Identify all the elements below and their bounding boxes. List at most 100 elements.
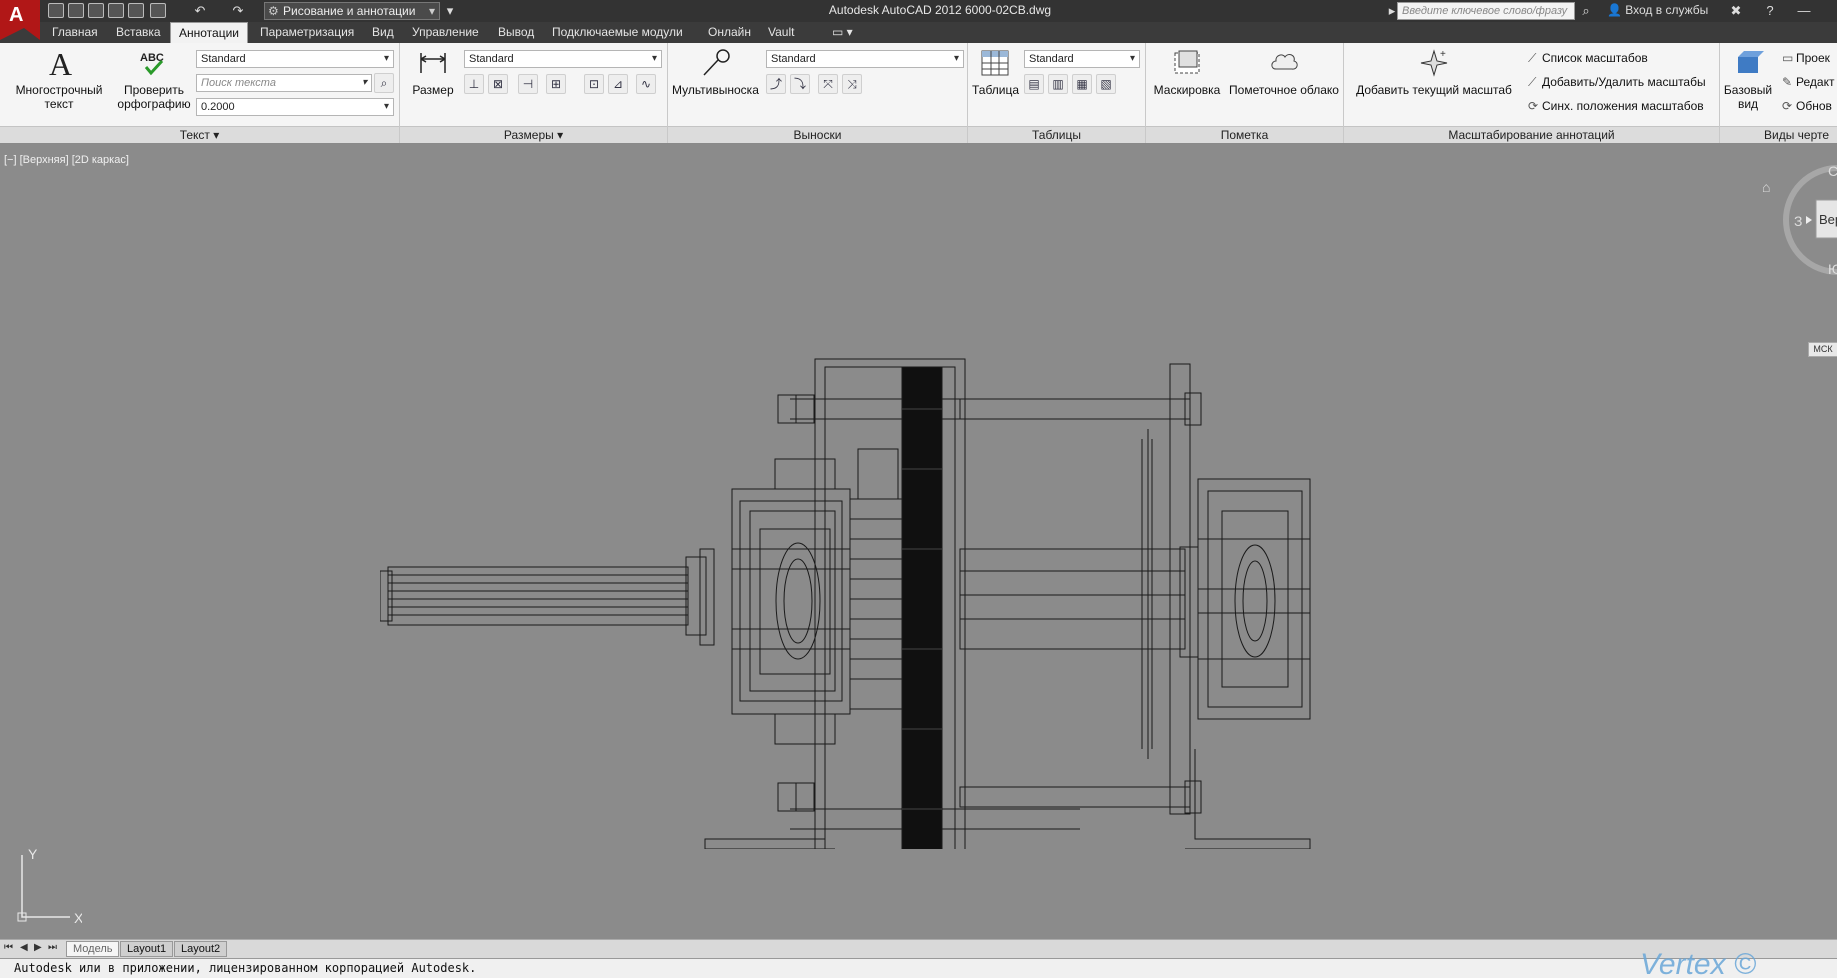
dim-break-icon[interactable]: ⊣ (518, 74, 538, 94)
sync-scale-positions-link[interactable]: ⟳ Синх. положения масштабов (1528, 99, 1704, 113)
spellcheck-button[interactable]: ABC Проверить орфографию (116, 47, 192, 111)
text-style-select[interactable]: Standard (196, 50, 394, 68)
upload-data-icon[interactable]: ▧ (1096, 74, 1116, 94)
dim-aligned-icon[interactable]: ⊠ (488, 74, 508, 94)
redo-icon[interactable]: ↷ (230, 3, 246, 19)
add-remove-scales-link[interactable]: ⟋ Добавить/Удалить масштабы (1528, 75, 1706, 90)
keyword-search-input[interactable]: Введите ключевое слово/фразу (1397, 2, 1575, 20)
dim-jog-icon[interactable]: ⊿ (608, 74, 628, 94)
find-text-icon[interactable]: ⌕ (374, 73, 394, 93)
new-file-icon[interactable] (48, 3, 64, 18)
revcloud-button[interactable]: Пометочное облако (1226, 47, 1342, 97)
link-data-icon[interactable]: ▥ (1048, 74, 1068, 94)
annotation-scale-icon: + (1420, 49, 1448, 77)
multileader-style-select[interactable]: Standard (766, 50, 964, 68)
panel-dimensions: Размер Standard ⊥ ⊠ ⊣ ⊞ ⊡ ⊿ ∿ Размеры ▾ (400, 43, 668, 143)
tab-vault[interactable]: Vault (760, 22, 802, 43)
panel-markup-title[interactable]: Пометка (1146, 126, 1343, 143)
document-title: Autodesk AutoCAD 2012 6000-02CB.dwg (828, 3, 1052, 17)
binoculars-icon[interactable]: ⌕ (1578, 3, 1594, 19)
plot-icon[interactable] (128, 3, 144, 18)
viewport-controls-label[interactable]: [−] [Верхняя] [2D каркас] (4, 154, 129, 166)
tab-layout1[interactable]: Layout1 (120, 941, 174, 957)
panel-leaders-title[interactable]: Выноски (668, 126, 967, 143)
title-bar: A ↶ ↷ Рисование и аннотации ▾ Autodesk A… (0, 0, 1837, 40)
projected-view-link[interactable]: ▭ Проек (1782, 51, 1830, 65)
print-icon[interactable] (150, 3, 166, 18)
update-view-link[interactable]: ⟳ Обнов (1782, 99, 1832, 113)
open-file-icon[interactable] (68, 3, 84, 18)
dimension-button[interactable]: Размер (406, 47, 460, 97)
panel-drawing-views-title[interactable]: Виды черте (1720, 126, 1837, 143)
dim-linear-icon[interactable]: ⊥ (464, 74, 484, 94)
text-height-select[interactable]: 0.2000 (196, 98, 394, 116)
tab-manage[interactable]: Управление (404, 22, 487, 43)
dim-inspect-icon[interactable]: ∿ (636, 74, 656, 94)
panel-text-title[interactable]: Текст ▾ (0, 126, 399, 143)
dim-continue-icon[interactable]: ⊞ (546, 74, 566, 94)
exchange-icon[interactable]: ✖ (1728, 3, 1744, 19)
table-style-select[interactable]: Standard (1024, 50, 1140, 68)
workspace-switcher[interactable]: Рисование и аннотации (264, 2, 440, 20)
dim-space-icon[interactable]: ⊡ (584, 74, 604, 94)
revision-cloud-icon (1271, 53, 1298, 70)
scale-list-link[interactable]: ⟋ Список масштабов (1528, 51, 1648, 66)
wipeout-button[interactable]: Маскировка (1150, 47, 1224, 97)
panel-tables: Таблица Standard ▤ ▥ ▦ ▧ Таблицы (968, 43, 1146, 143)
viewcube-south[interactable]: Ю (1828, 261, 1837, 277)
viewcube-top-face[interactable]: Вер (1819, 212, 1837, 227)
tab-online[interactable]: Онлайн (700, 22, 759, 43)
drawing-viewport[interactable]: [−] [Верхняя] [2D каркас] Y X ⌂ Ве З Ю С… (0, 144, 1837, 946)
collect-leader-icon[interactable]: ⤨ (842, 74, 862, 94)
viewcube-north[interactable]: С (1828, 164, 1837, 179)
base-view-button[interactable]: Базовый вид (1722, 47, 1774, 111)
align-leader-icon[interactable]: ⤧ (818, 74, 838, 94)
extract-data-icon[interactable]: ▤ (1024, 74, 1044, 94)
quick-access-dropdown-icon[interactable]: ▾ (442, 3, 458, 19)
text-search-input[interactable]: Поиск текста (196, 74, 372, 92)
minimize-icon[interactable]: — (1796, 3, 1812, 19)
table-button[interactable]: Таблица (972, 47, 1019, 97)
edit-view-link[interactable]: ✎ Редакт (1782, 75, 1834, 89)
viewcube[interactable]: Вер З Ю С (1770, 164, 1837, 294)
panel-tables-title[interactable]: Таблицы (968, 126, 1145, 143)
tab-parametric[interactable]: Параметризация (252, 22, 362, 43)
tab-model[interactable]: Модель (66, 941, 120, 957)
spellcheck-label: Проверить орфографию (117, 83, 191, 111)
projected-view-icon: ▭ (1782, 51, 1794, 65)
undo-icon[interactable]: ↶ (192, 3, 208, 19)
tab-plugins[interactable]: Подключаемые модули (544, 22, 691, 43)
multileader-button[interactable]: Мультивыноска (672, 47, 759, 97)
tab-home[interactable]: Главная (44, 22, 106, 43)
mtext-button[interactable]: A Многострочный текст (6, 47, 112, 111)
add-leader-icon[interactable]: ⤴ (766, 74, 786, 94)
panel-annotation-scaling-title[interactable]: Масштабирование аннотаций (1344, 126, 1719, 143)
prev-layout-icon[interactable]: ◀ (20, 942, 28, 953)
tab-annotate[interactable]: Аннотации (170, 22, 248, 43)
spellcheck-icon: ABC (140, 52, 164, 76)
help-icon[interactable]: ? (1762, 3, 1778, 19)
wcs-menu[interactable]: МСК (1808, 342, 1837, 357)
ucs-y-label: Y (28, 847, 38, 862)
save-as-icon[interactable] (108, 3, 124, 18)
save-icon[interactable] (88, 3, 104, 18)
next-layout-icon[interactable]: ▶ (34, 942, 42, 953)
tab-output[interactable]: Вывод (490, 22, 542, 43)
remove-leader-icon[interactable]: ⤵ (790, 74, 810, 94)
panel-dimensions-title[interactable]: Размеры ▾ (400, 126, 667, 143)
viewcube-west[interactable]: З (1794, 213, 1802, 229)
last-layout-icon[interactable]: ⏭ (48, 942, 57, 953)
first-layout-icon[interactable]: ⏮ (4, 942, 13, 953)
tab-layout2[interactable]: Layout2 (174, 941, 228, 957)
revcloud-label: Пометочное облако (1229, 83, 1339, 97)
download-data-icon[interactable]: ▦ (1072, 74, 1092, 94)
layout-tab-bar: ⏮ ◀ ▶ ⏭ Модель Layout1 Layout2 (0, 939, 1837, 958)
add-current-scale-button[interactable]: + Добавить текущий масштаб (1354, 47, 1514, 97)
dimension-style-select[interactable]: Standard (464, 50, 662, 68)
sync-scale-icon: ⟳ (1528, 99, 1539, 113)
tab-view[interactable]: Вид (364, 22, 402, 43)
sign-in-button[interactable]: Вход в службы (1607, 3, 1708, 17)
tab-insert[interactable]: Вставка (108, 22, 169, 43)
ribbon-minimize-icon[interactable]: ▭ ▾ (824, 22, 861, 43)
command-line[interactable]: Autodesk или в приложении, лицензированн… (0, 958, 1837, 978)
